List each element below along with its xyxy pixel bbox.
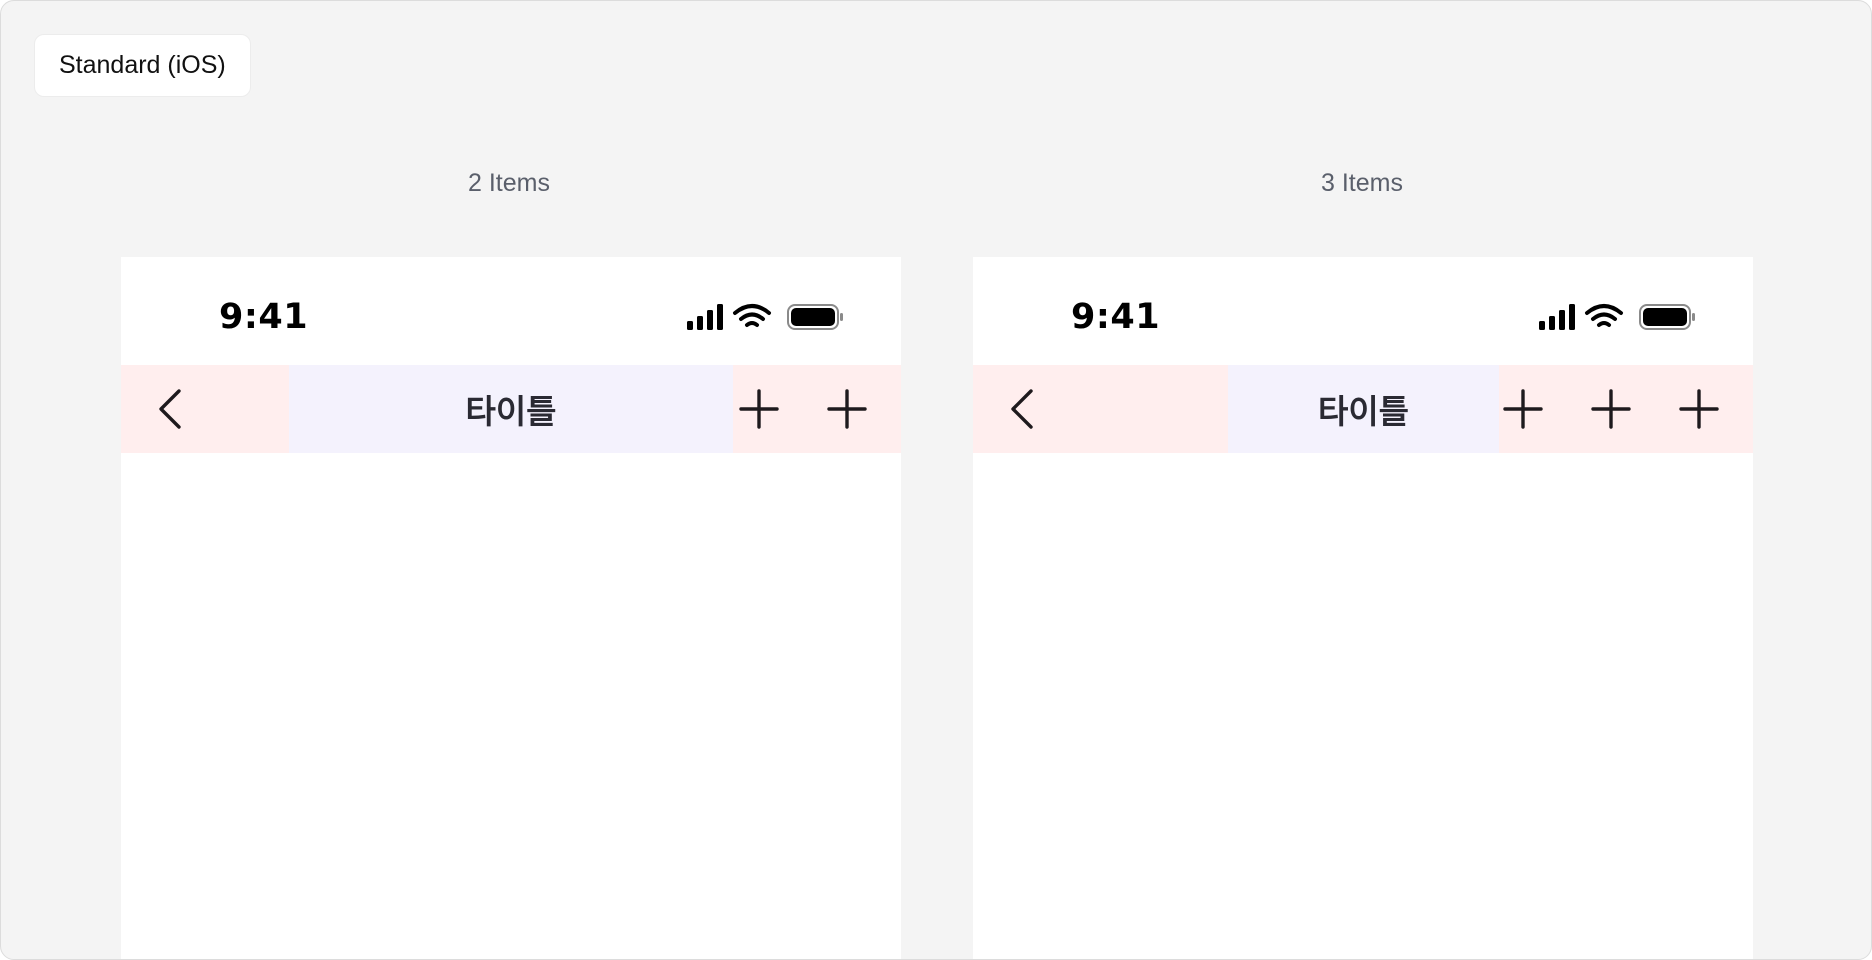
chevron-left-icon[interactable] <box>151 387 195 431</box>
plus-icon[interactable] <box>1677 387 1721 431</box>
plus-icon[interactable] <box>825 387 869 431</box>
battery-icon <box>787 304 843 330</box>
phone-screen-3-items: 9:41 타이틀 <box>973 257 1753 959</box>
status-time: 9:41 <box>219 297 309 337</box>
leading-slot <box>121 365 289 453</box>
navigation-bar: 타이틀 <box>121 365 901 453</box>
status-icons <box>687 304 843 330</box>
cellular-signal-icon <box>687 304 723 330</box>
section-label: Standard (iOS) <box>34 34 251 97</box>
status-bar: 9:41 <box>973 257 1753 365</box>
wifi-icon <box>1585 304 1623 327</box>
wifi-icon <box>733 304 771 327</box>
status-icons <box>1539 304 1695 330</box>
variant-label-2-items: 2 Items <box>468 169 550 197</box>
nav-title: 타이틀 <box>1317 393 1410 430</box>
chevron-left-icon[interactable] <box>1003 387 1047 431</box>
plus-icon[interactable] <box>1501 387 1545 431</box>
variant-label-3-items: 3 Items <box>1321 169 1403 197</box>
canvas: Standard (iOS) 2 Items 9:41 타이틀 3 Items … <box>0 0 1872 960</box>
nav-title: 타이틀 <box>465 393 557 430</box>
status-bar: 9:41 <box>121 257 901 365</box>
cellular-signal-icon <box>1539 304 1575 330</box>
status-time: 9:41 <box>1071 297 1161 337</box>
plus-icon[interactable] <box>737 387 781 431</box>
navigation-bar: 타이틀 <box>973 365 1753 453</box>
plus-icon[interactable] <box>1589 387 1633 431</box>
battery-icon <box>1639 304 1695 330</box>
phone-screen-2-items: 9:41 타이틀 <box>121 257 901 959</box>
